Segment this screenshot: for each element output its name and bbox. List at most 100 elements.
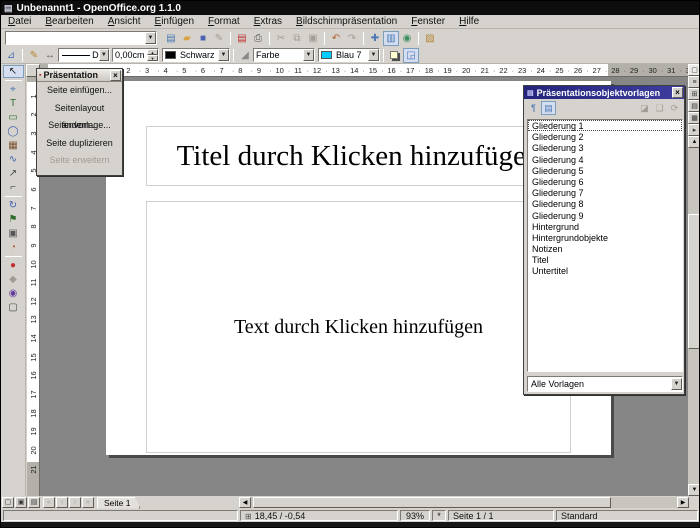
menu-hilfe[interactable]: Hilfe bbox=[452, 15, 486, 28]
layer-mode-button[interactable]: ▤ bbox=[28, 497, 40, 508]
handout-view-button[interactable]: ▦ bbox=[688, 112, 700, 124]
vertical-scroll-thumb[interactable] bbox=[688, 214, 700, 349]
line-dialog-button[interactable]: ✎ bbox=[26, 48, 42, 63]
style-item-gliederung-1[interactable]: Gliederung 1 bbox=[528, 120, 682, 131]
horizontal-scroll-track[interactable] bbox=[251, 497, 677, 508]
presentation-styles-button[interactable]: ▤ bbox=[541, 101, 556, 115]
save-button[interactable]: ■ bbox=[195, 31, 211, 46]
start-slideshow-button[interactable]: ▸ bbox=[688, 124, 700, 136]
rotate-tool-button[interactable]: ↻ bbox=[3, 199, 24, 212]
line-style-combo[interactable]: D ▼ bbox=[58, 48, 110, 62]
seite-duplizieren-button[interactable]: Seite duplizieren bbox=[37, 135, 122, 153]
drawing-view-button[interactable]: ▢ bbox=[688, 64, 700, 76]
fill-mode-dropdown-icon[interactable]: ▼ bbox=[303, 49, 314, 61]
url-input[interactable] bbox=[6, 32, 145, 44]
navigator-button[interactable]: ✚ bbox=[367, 31, 383, 46]
presentation-tool-button[interactable]: ▢ bbox=[3, 301, 24, 314]
menu-bildschirmpräsentation[interactable]: Bildschirmpräsentation bbox=[289, 15, 404, 28]
line-width-spinner[interactable]: ▲ ▼ bbox=[112, 48, 159, 62]
title-bar[interactable]: ▤ Unbenannt1 - OpenOffice.org 1.1.0 bbox=[1, 1, 700, 15]
menu-extras[interactable]: Extras bbox=[247, 15, 289, 28]
style-item-gliederung-8[interactable]: Gliederung 8 bbox=[528, 198, 682, 209]
spin-down-icon[interactable]: ▼ bbox=[147, 55, 158, 61]
presentation-box-toggle-button[interactable]: ◲ bbox=[403, 48, 419, 63]
shadow-button[interactable] bbox=[387, 48, 403, 63]
paragraph-styles-button[interactable]: ¶ bbox=[526, 101, 541, 115]
style-item-notizen[interactable]: Notizen bbox=[528, 243, 682, 254]
insert-tool-button[interactable]: ◔ bbox=[3, 241, 24, 254]
seitenlayout-ändern-button[interactable]: Seitenlayout ändern... bbox=[37, 100, 122, 118]
open-button[interactable]: ▰ bbox=[179, 31, 195, 46]
url-combo[interactable]: ▼ bbox=[5, 31, 157, 45]
style-item-gliederung-2[interactable]: Gliederung 2 bbox=[528, 131, 682, 142]
page-mode-button[interactable]: ▢ bbox=[2, 497, 14, 508]
hyperlink-button[interactable]: ◉ bbox=[399, 31, 415, 46]
curve-tool-button[interactable]: ∿ bbox=[3, 153, 24, 166]
body-placeholder[interactable]: Text durch Klicken hinzufügen bbox=[146, 201, 571, 453]
style-item-titel[interactable]: Titel bbox=[528, 254, 682, 265]
scroll-left-icon[interactable]: ◀ bbox=[239, 497, 251, 508]
line-color-dropdown-icon[interactable]: ▼ bbox=[218, 49, 229, 61]
line-style-dropdown-icon[interactable]: ▼ bbox=[99, 49, 109, 61]
close-icon[interactable]: × bbox=[672, 87, 683, 98]
slide-view-button[interactable]: ⊞ bbox=[688, 88, 700, 100]
menu-einfügen[interactable]: Einfügen bbox=[148, 15, 201, 28]
connector-tool-button[interactable]: ⌐ bbox=[3, 181, 24, 194]
ellipse-tool-button[interactable]: ◯ bbox=[3, 125, 24, 138]
style-item-gliederung-9[interactable]: Gliederung 9 bbox=[528, 210, 682, 221]
zoom-tool-button[interactable]: ⌖ bbox=[3, 83, 24, 96]
style-list[interactable]: Gliederung 1Gliederung 2Gliederung 3Glie… bbox=[527, 119, 683, 372]
text-tool-button[interactable]: T bbox=[3, 97, 24, 110]
style-item-untertitel[interactable]: Untertitel bbox=[528, 265, 682, 276]
arrange-tool-button[interactable]: ▣ bbox=[3, 227, 24, 240]
export-pdf-button[interactable]: ▤ bbox=[234, 31, 250, 46]
lines-arrows-tool-button[interactable]: ↗ bbox=[3, 167, 24, 180]
select-tool-button[interactable]: ↖ bbox=[3, 65, 24, 78]
master-mode-button[interactable]: ▣ bbox=[15, 497, 27, 508]
horizontal-scrollbar[interactable]: ◀ ▶ bbox=[239, 497, 689, 508]
vertical-scrollbar[interactable]: ▢≡⊞▤▦▸ ▲ ▼ bbox=[688, 64, 700, 496]
title-placeholder[interactable]: Titel durch Klicken hinzufügen bbox=[146, 126, 571, 186]
style-item-gliederung-6[interactable]: Gliederung 6 bbox=[528, 176, 682, 187]
horizontal-scroll-thumb[interactable] bbox=[253, 497, 611, 508]
status-zoom-field[interactable]: 93% bbox=[400, 510, 430, 521]
area-fill-button[interactable]: ◢ bbox=[237, 48, 253, 63]
fill-color-dropdown-icon[interactable]: ▼ bbox=[368, 49, 379, 61]
edit-points-button[interactable]: ⊿ bbox=[3, 48, 19, 63]
style-filter-dropdown-icon[interactable]: ▼ bbox=[671, 378, 682, 390]
rectangle-tool-button[interactable]: ▭ bbox=[3, 111, 24, 124]
alignment-tool-button[interactable]: ⚑ bbox=[3, 213, 24, 226]
line-width-input[interactable] bbox=[113, 49, 147, 61]
stylist-titlebar[interactable]: ▤ Präsentationsobjektvorlagen × bbox=[524, 86, 684, 99]
arrow-style-button[interactable]: ↔ bbox=[42, 48, 58, 63]
outline-view-button[interactable]: ≡ bbox=[688, 76, 700, 88]
seitenvorlage-button[interactable]: Seitenvorlage... bbox=[37, 117, 122, 135]
horizontal-ruler[interactable]: 1·2·3·4·5·6·7·8·9·10·11·12·13·14·15·16·1… bbox=[40, 64, 688, 77]
style-item-gliederung-5[interactable]: Gliederung 5 bbox=[528, 165, 682, 176]
stylist-button[interactable]: ▥ bbox=[383, 31, 399, 46]
style-item-hintergrundobjekte[interactable]: Hintergrundobjekte bbox=[528, 232, 682, 243]
3d-objects-tool-button[interactable]: ▦ bbox=[3, 139, 24, 152]
presentation-box-titlebar[interactable]: ▪ Präsentation × bbox=[37, 69, 122, 82]
style-filter-combo[interactable]: Alle Vorlagen ▼ bbox=[527, 376, 683, 392]
menu-fenster[interactable]: Fenster bbox=[404, 15, 452, 28]
style-item-hintergrund[interactable]: Hintergrund bbox=[528, 221, 682, 232]
3d-effects-tool-button[interactable]: ◉ bbox=[3, 287, 24, 300]
url-dropdown-icon[interactable]: ▼ bbox=[145, 32, 156, 44]
menu-ansicht[interactable]: Ansicht bbox=[101, 15, 148, 28]
menu-bearbeiten[interactable]: Bearbeiten bbox=[38, 15, 100, 28]
fill-color-combo[interactable]: Blau 7 ▼ bbox=[318, 48, 380, 62]
new-document-button[interactable]: ▤ bbox=[163, 31, 179, 46]
scroll-right-icon[interactable]: ▶ bbox=[677, 497, 689, 508]
close-icon[interactable]: × bbox=[110, 70, 121, 81]
page-tab[interactable]: Seite 1 bbox=[97, 497, 140, 509]
fill-mode-combo[interactable]: Farbe ▼ bbox=[253, 48, 315, 62]
style-item-gliederung-7[interactable]: Gliederung 7 bbox=[528, 187, 682, 198]
menu-datei[interactable]: Datei bbox=[1, 15, 38, 28]
resize-corner[interactable] bbox=[689, 496, 700, 509]
style-item-gliederung-4[interactable]: Gliederung 4 bbox=[528, 154, 682, 165]
menu-format[interactable]: Format bbox=[201, 15, 247, 28]
undo-button[interactable]: ↶ bbox=[328, 31, 344, 46]
print-button[interactable]: ⎙ bbox=[250, 31, 266, 46]
line-color-combo[interactable]: Schwarz ▼ bbox=[162, 48, 230, 62]
